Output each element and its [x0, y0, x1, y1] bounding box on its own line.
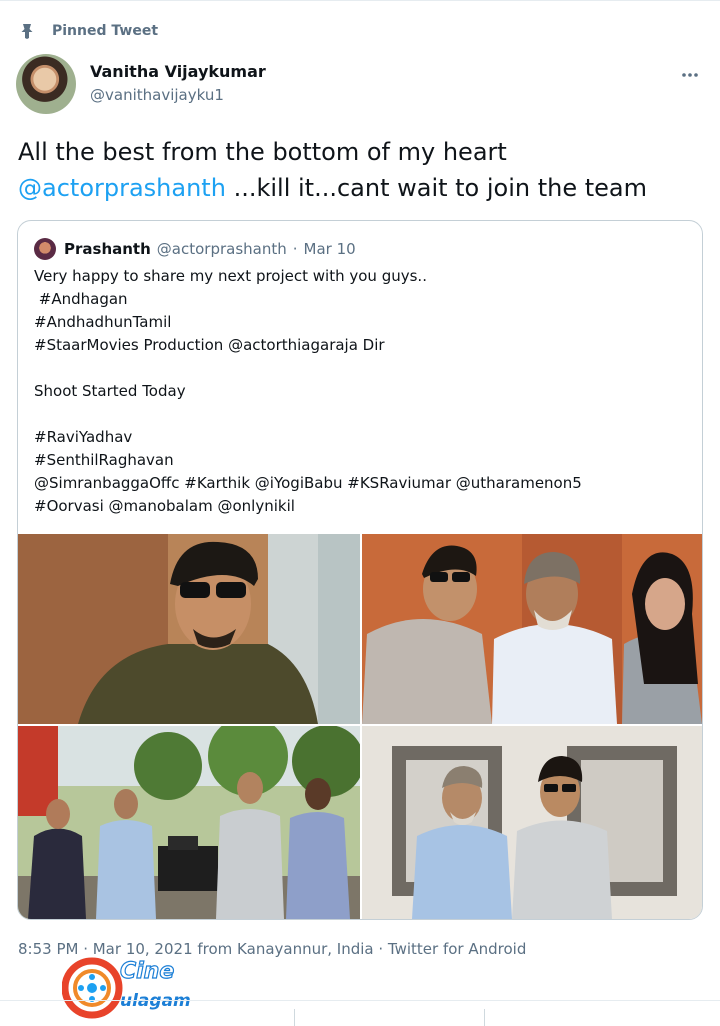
quoted-line: #Oorvasi @manobalam @onlynikil	[34, 497, 295, 515]
more-dots-icon	[681, 63, 699, 82]
quoted-line: #SenthilRaghavan	[34, 451, 174, 469]
quoted-author-avatar	[34, 238, 56, 260]
tweet-line-2-rest: ...kill it...cant wait to join the team	[225, 174, 648, 202]
quoted-author-handle: @actorprashanth	[156, 240, 287, 258]
quoted-line	[34, 357, 684, 380]
pin-icon	[18, 22, 36, 40]
tweet-text: All the best from the bottom of my heart…	[18, 134, 698, 206]
quoted-date: Mar 10	[303, 240, 356, 258]
tweet-line-2: @actorprashanth ...kill it...cant wait t…	[18, 170, 698, 206]
tweet-line-1: All the best from the bottom of my heart	[18, 138, 507, 166]
quoted-line: #StaarMovies Production @actorthiagaraja…	[34, 336, 385, 354]
quoted-line: Shoot Started Today	[34, 382, 186, 400]
quoted-line: #RaviYadhav	[34, 428, 133, 446]
action-separator	[484, 1009, 485, 1026]
action-bar	[0, 1003, 720, 1026]
quoted-line: @SimranbaggaOffc #Karthik @iYogiBabu #KS…	[34, 474, 582, 492]
top-divider	[0, 0, 720, 1]
quoted-line: Very happy to share my next project with…	[34, 267, 427, 285]
pinned-indicator: Pinned Tweet	[18, 20, 158, 42]
mention-link[interactable]: @actorprashanth	[18, 174, 226, 202]
photo-3[interactable]	[18, 726, 360, 919]
author-handle[interactable]: @vanithavijayku1	[90, 86, 224, 104]
quoted-author-name: Prashanth	[64, 240, 151, 258]
quoted-line	[34, 403, 684, 426]
quoted-tweet-header: Prashanth @actorprashanth · Mar 10	[34, 235, 356, 263]
media-grid	[18, 534, 702, 919]
bottom-divider	[0, 1000, 720, 1001]
photo-4[interactable]	[362, 726, 702, 919]
photo-2[interactable]	[362, 534, 702, 724]
quoted-line: #Andhagan	[34, 290, 128, 308]
quoted-tweet-card[interactable]: Prashanth @actorprashanth · Mar 10 Very …	[17, 220, 703, 920]
svg-text:Cine: Cine	[120, 959, 174, 984]
dot-separator: ·	[292, 240, 298, 258]
photo-1[interactable]	[18, 534, 360, 724]
pinned-label: Pinned Tweet	[52, 23, 159, 39]
quoted-tweet-text: Very happy to share my next project with…	[34, 265, 684, 518]
action-separator	[294, 1009, 295, 1026]
author-name[interactable]: Vanitha Vijaykumar	[90, 62, 266, 81]
quoted-line: #AndhadhunTamil	[34, 313, 172, 331]
author-avatar[interactable]	[16, 54, 76, 114]
more-options-button[interactable]	[678, 60, 702, 84]
